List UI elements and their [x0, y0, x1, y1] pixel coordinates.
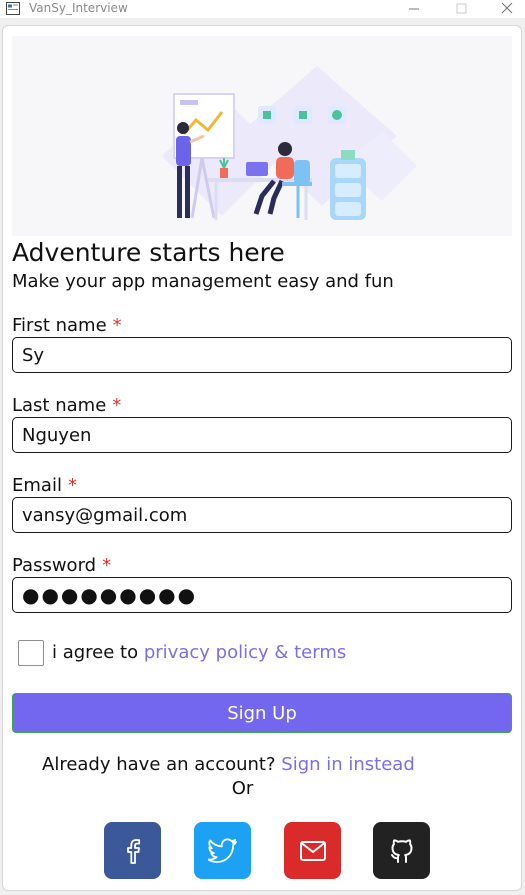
agree-prefix: i agree to — [52, 642, 144, 663]
last-name-label: Last name * — [12, 395, 121, 417]
email-input[interactable] — [12, 497, 512, 533]
password-label-text: Password — [12, 555, 97, 576]
agree-text: i agree to privacy policy & terms — [52, 642, 346, 664]
or-divider-text: Or — [231, 778, 254, 799]
mail-icon — [299, 840, 326, 861]
agree-checkbox[interactable] — [18, 640, 44, 666]
first-name-label-text: First name — [12, 315, 107, 336]
first-name-label: First name * — [12, 315, 122, 337]
sign-up-button[interactable]: Sign Up — [12, 693, 512, 733]
privacy-policy-link[interactable]: privacy policy & terms — [144, 642, 346, 663]
password-input[interactable] — [12, 577, 512, 613]
twitter-icon — [207, 838, 237, 863]
password-label: Password * — [12, 555, 111, 577]
required-mark: * — [102, 555, 112, 576]
last-name-label-text: Last name — [12, 395, 107, 416]
facebook-icon — [126, 838, 140, 864]
github-icon — [390, 838, 412, 863]
signin-prompt: Already have an account? Sign in instead — [42, 754, 415, 776]
window-title: VanSy_Interview — [29, 1, 128, 15]
github-button[interactable] — [373, 822, 430, 879]
required-mark: * — [67, 475, 77, 496]
last-name-input[interactable] — [12, 417, 512, 453]
maximize-icon[interactable] — [446, 0, 478, 18]
twitter-button[interactable] — [194, 822, 251, 879]
close-icon[interactable] — [491, 0, 523, 18]
required-mark: * — [112, 395, 122, 416]
window-titlebar: VanSy_Interview — [0, 0, 525, 18]
minimize-icon[interactable] — [398, 0, 430, 18]
first-name-input[interactable] — [12, 337, 512, 373]
page-subtitle: Make your app management easy and fun — [12, 271, 394, 292]
email-label: Email * — [12, 475, 77, 497]
app-window-icon — [6, 2, 20, 15]
required-mark: * — [112, 315, 122, 336]
sign-in-link[interactable]: Sign in instead — [281, 754, 415, 775]
email-label-text: Email — [12, 475, 62, 496]
mail-button[interactable] — [284, 822, 341, 879]
facebook-button[interactable] — [104, 822, 161, 879]
page-title: Adventure starts here — [12, 238, 285, 267]
register-illustration — [12, 36, 512, 236]
signin-prompt-text: Already have an account? — [42, 754, 282, 775]
